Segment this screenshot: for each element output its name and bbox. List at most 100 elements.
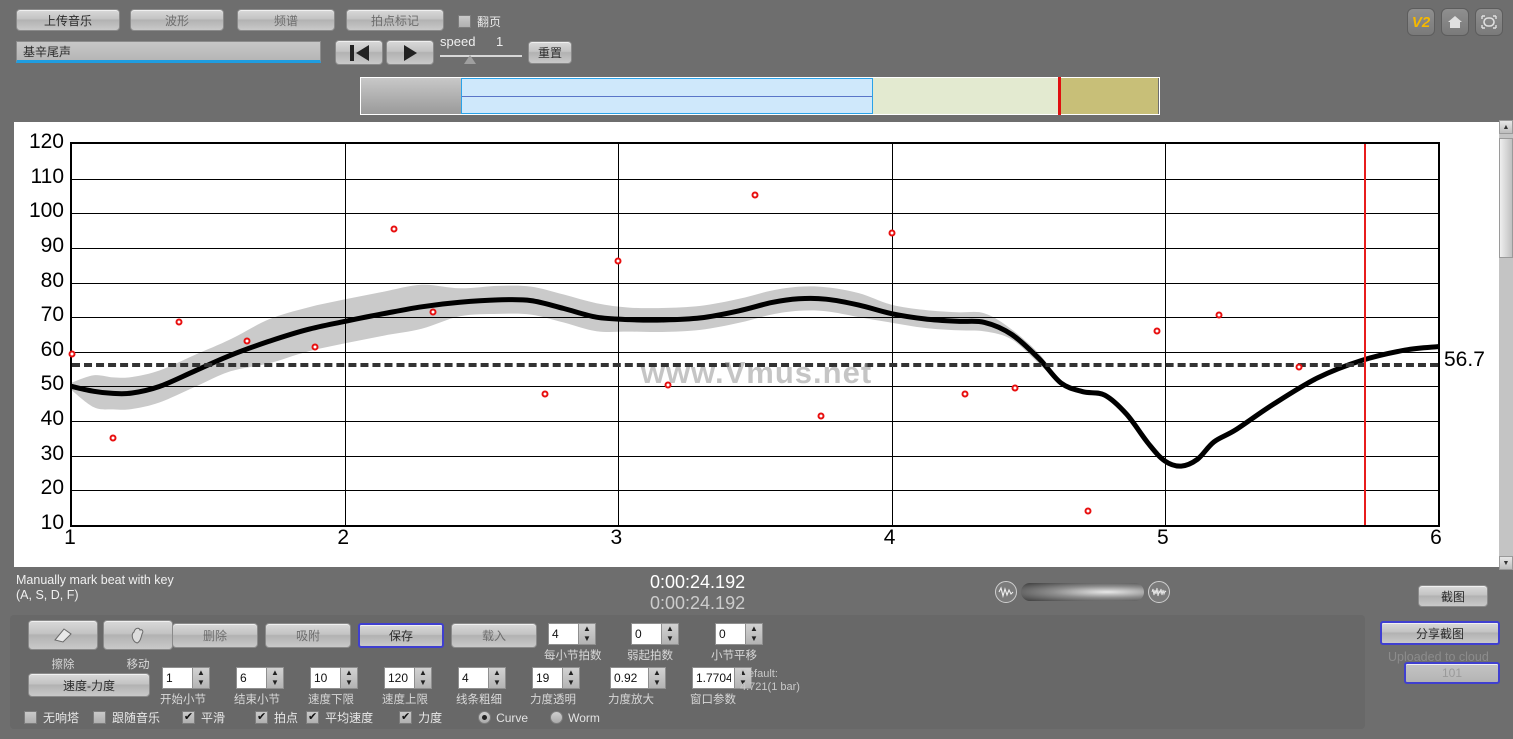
- checkbox-average-tempo[interactable]: 平均速度: [306, 709, 373, 726]
- beat-dot[interactable]: [752, 191, 759, 198]
- speed-track[interactable]: [440, 55, 522, 57]
- beat-dot[interactable]: [69, 350, 76, 357]
- start-bar-input[interactable]: [162, 667, 192, 689]
- chevron-down-icon[interactable]: ▼: [563, 678, 579, 688]
- speed-knob[interactable]: [464, 55, 476, 64]
- load-button[interactable]: 载入: [451, 623, 537, 648]
- beat-dot[interactable]: [429, 308, 436, 315]
- line-width-stepper[interactable]: ▲▼: [458, 667, 506, 689]
- checkbox-no-metronome-box[interactable]: [24, 711, 37, 724]
- beat-dot[interactable]: [615, 257, 622, 264]
- beat-dot[interactable]: [1085, 508, 1092, 515]
- upload-music-button[interactable]: 上传音乐: [16, 9, 120, 31]
- playback-cursor[interactable]: [1364, 144, 1366, 525]
- end-bar-input[interactable]: [236, 667, 266, 689]
- waveform-region-selected[interactable]: [461, 78, 873, 114]
- vertical-scrollbar[interactable]: ▲ ▼: [1499, 120, 1513, 570]
- bar-shift-input[interactable]: [715, 623, 745, 645]
- erase-tool-button[interactable]: [28, 620, 98, 650]
- chevron-down-icon[interactable]: ▼: [415, 678, 431, 688]
- delete-button[interactable]: 删除: [172, 623, 258, 648]
- snap-button[interactable]: 吸附: [265, 623, 351, 648]
- chevron-down-icon[interactable]: ▼: [662, 634, 678, 644]
- beat-dot[interactable]: [109, 435, 116, 442]
- beat-mark-button[interactable]: 拍点标记: [346, 9, 444, 31]
- beat-dot[interactable]: [962, 391, 969, 398]
- zoom-slider-track[interactable]: [1021, 583, 1144, 601]
- play-button[interactable]: [386, 40, 434, 65]
- waveform-narrow-icon[interactable]: [1148, 581, 1170, 603]
- tempo-max-input[interactable]: [384, 667, 414, 689]
- radio-worm[interactable]: Worm: [550, 711, 600, 725]
- bar-shift-stepper[interactable]: ▲▼: [715, 623, 763, 645]
- tempo-min-stepper[interactable]: ▲▼: [310, 667, 358, 689]
- beat-dot[interactable]: [1011, 385, 1018, 392]
- beat-dot[interactable]: [391, 225, 398, 232]
- checkbox-follow-music-box[interactable]: [93, 711, 106, 724]
- checkbox-beats-box[interactable]: [255, 711, 268, 724]
- screenshot-button[interactable]: 截图: [1418, 585, 1488, 607]
- beat-dot[interactable]: [1153, 328, 1160, 335]
- chevron-up-icon[interactable]: ▲: [193, 668, 209, 678]
- beat-dot[interactable]: [175, 319, 182, 326]
- chevron-up-icon[interactable]: ▲: [415, 668, 431, 678]
- move-tool-button[interactable]: [103, 620, 173, 650]
- chevron-down-icon[interactable]: ▼: [193, 678, 209, 688]
- home-icon[interactable]: [1441, 8, 1469, 36]
- chevron-up-icon[interactable]: ▲: [649, 668, 665, 678]
- velocity-alpha-stepper[interactable]: ▲▼: [532, 667, 580, 689]
- speed-velocity-button[interactable]: 速度-力度: [28, 673, 150, 697]
- beat-dot[interactable]: [243, 337, 250, 344]
- tempo-chart-panel[interactable]: 120110100908070605040302010 123456 www.V…: [14, 122, 1499, 567]
- waveform-region-inactive[interactable]: [361, 78, 461, 114]
- chevron-up-icon[interactable]: ▲: [662, 624, 678, 634]
- speed-slider[interactable]: speed 1: [440, 34, 522, 66]
- fullscreen-icon[interactable]: [1475, 8, 1503, 36]
- checkbox-velocity[interactable]: 力度: [399, 709, 442, 726]
- chevron-down-icon[interactable]: ▼: [746, 634, 762, 644]
- upload-button[interactable]: 101: [1404, 662, 1500, 684]
- pickup-beats-stepper[interactable]: ▲▼: [631, 623, 679, 645]
- checkbox-beats[interactable]: 拍点: [255, 709, 298, 726]
- beat-dot[interactable]: [1295, 364, 1302, 371]
- beat-dot[interactable]: [1216, 312, 1223, 319]
- checkbox-average-tempo-box[interactable]: [306, 711, 319, 724]
- skip-back-button[interactable]: [335, 40, 383, 65]
- spectrum-button[interactable]: 频谱: [237, 9, 335, 31]
- chevron-down-icon[interactable]: ▼: [341, 678, 357, 688]
- chevron-up-icon[interactable]: ▲: [746, 624, 762, 634]
- chevron-down-icon[interactable]: ▼: [489, 678, 505, 688]
- waveform-button[interactable]: 波形: [130, 9, 224, 31]
- song-title-field[interactable]: 基辛尾声: [16, 41, 321, 63]
- start-bar-stepper[interactable]: ▲▼: [162, 667, 210, 689]
- scroll-up-arrow[interactable]: ▲: [1499, 120, 1513, 134]
- beat-dot[interactable]: [541, 391, 548, 398]
- chevron-up-icon[interactable]: ▲: [579, 624, 595, 634]
- waveform-playhead[interactable]: [1058, 77, 1061, 115]
- window-param-input[interactable]: [692, 667, 734, 689]
- waveform-region-secondary[interactable]: [873, 78, 1058, 114]
- tempo-min-input[interactable]: [310, 667, 340, 689]
- tempo-max-stepper[interactable]: ▲▼: [384, 667, 432, 689]
- beat-dot[interactable]: [817, 412, 824, 419]
- waveform-overview-strip[interactable]: [14, 74, 1499, 118]
- version-badge[interactable]: V2: [1407, 8, 1435, 36]
- chevron-down-icon[interactable]: ▼: [579, 634, 595, 644]
- radio-worm-dot[interactable]: [550, 711, 563, 724]
- share-screenshot-button[interactable]: 分享截图: [1380, 621, 1500, 645]
- velocity-scale-input[interactable]: [610, 667, 648, 689]
- checkbox-follow-music[interactable]: 跟随音乐: [93, 709, 160, 726]
- end-bar-stepper[interactable]: ▲▼: [236, 667, 284, 689]
- plot-area[interactable]: [70, 142, 1440, 527]
- velocity-scale-stepper[interactable]: ▲▼: [610, 667, 666, 689]
- checkbox-smooth[interactable]: 平滑: [182, 709, 225, 726]
- reset-button[interactable]: 重置: [528, 41, 572, 64]
- waveform-region-tail[interactable]: [1058, 78, 1158, 114]
- line-width-input[interactable]: [458, 667, 488, 689]
- scroll-down-arrow[interactable]: ▼: [1499, 556, 1513, 570]
- chevron-down-icon[interactable]: ▼: [649, 678, 665, 688]
- radio-curve-dot[interactable]: [478, 711, 491, 724]
- waveform-wide-icon[interactable]: [995, 581, 1017, 603]
- page-turn-checkbox-box[interactable]: [458, 15, 471, 28]
- chevron-up-icon[interactable]: ▲: [267, 668, 283, 678]
